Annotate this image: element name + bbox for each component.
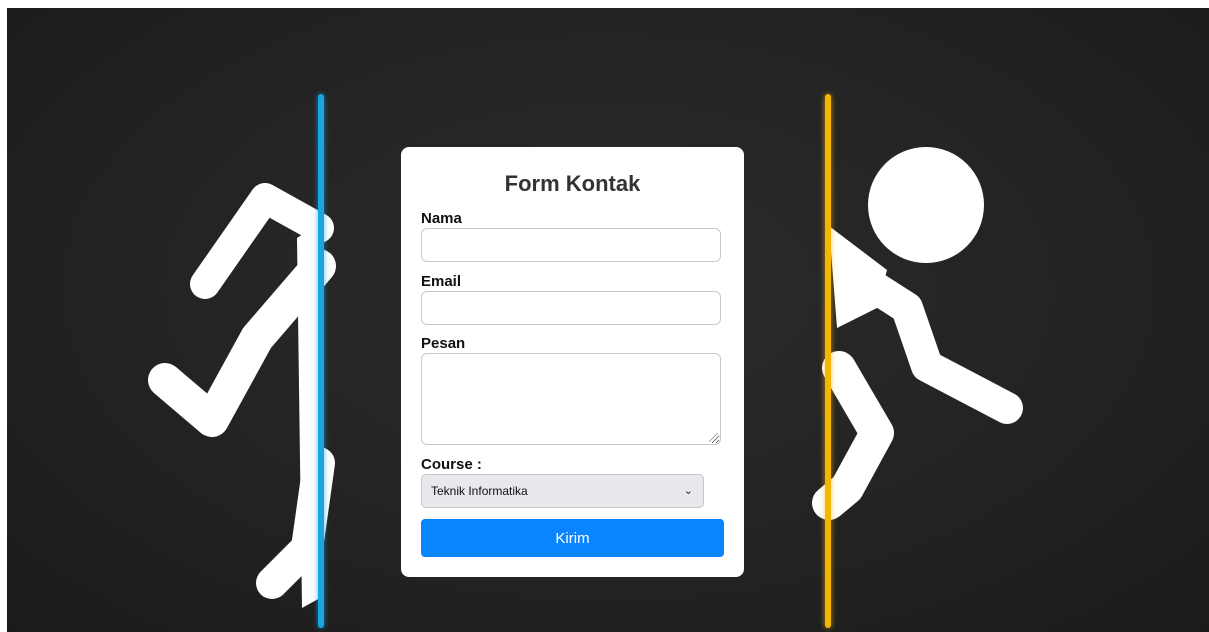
name-label: Nama bbox=[421, 210, 462, 227]
email-label: Email bbox=[421, 273, 462, 290]
orange-portal bbox=[825, 94, 831, 628]
course-label: Course : bbox=[421, 456, 482, 473]
running-figure-left-illustration bbox=[148, 183, 336, 599]
resize-grip-icon[interactable] bbox=[709, 433, 718, 442]
submit-button[interactable]: Kirim bbox=[421, 519, 724, 557]
message-textarea[interactable] bbox=[421, 353, 721, 445]
email-input[interactable] bbox=[421, 291, 721, 325]
contact-form-card: Form Kontak Nama Email Pesan Course : Te… bbox=[401, 147, 744, 577]
message-label: Pesan bbox=[421, 335, 466, 352]
form-title: Form Kontak bbox=[504, 171, 641, 196]
name-input[interactable] bbox=[421, 228, 721, 262]
blue-portal bbox=[318, 94, 324, 628]
running-figure-right-illustration bbox=[812, 147, 1023, 520]
message-wrapper bbox=[421, 353, 721, 445]
course-selected-value: Teknik Informatika bbox=[431, 484, 528, 498]
course-select[interactable]: Teknik Informatika ⌄ bbox=[421, 474, 704, 508]
chevron-down-icon: ⌄ bbox=[683, 484, 693, 497]
